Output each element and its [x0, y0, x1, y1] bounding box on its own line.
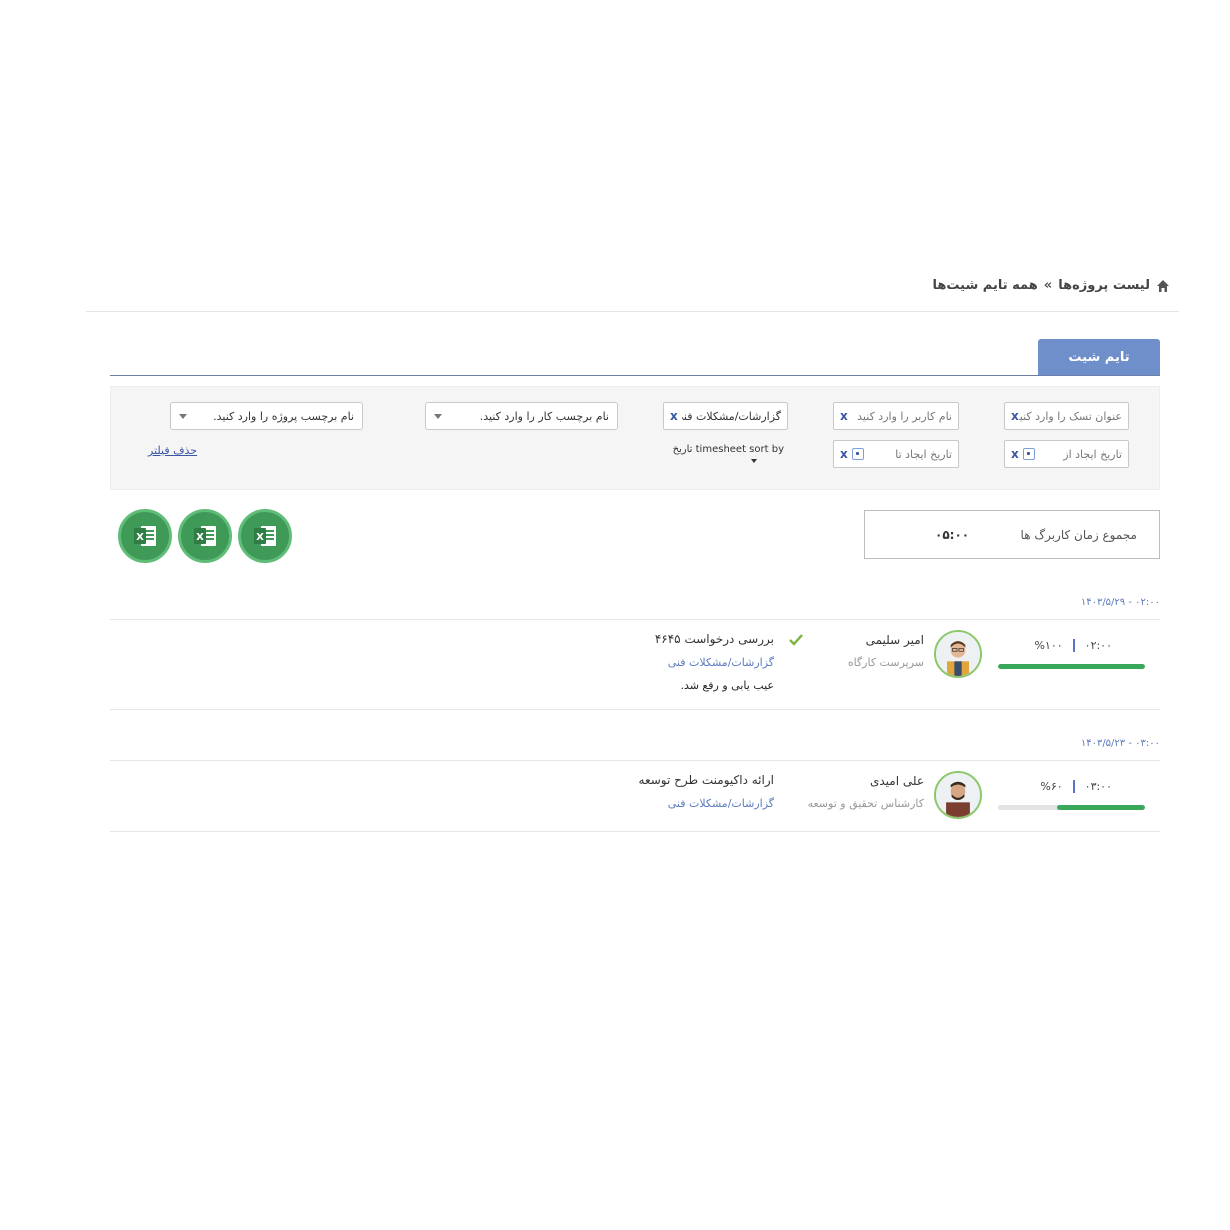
- user-name-input[interactable]: نام کاربر را وارد کنید x: [833, 402, 959, 430]
- group-divider: [110, 760, 1160, 761]
- user-name: امیر سلیمی: [865, 633, 924, 647]
- entry-time: ۰۳:۰۰: [1084, 780, 1112, 793]
- created-from-placeholder: تاریخ ایجاد از: [1063, 447, 1122, 461]
- task-title[interactable]: بررسی درخواست ۴۶۴۵: [655, 632, 774, 646]
- user-name: علی امیدی: [869, 774, 924, 788]
- tab-timesheet-label: تایم شیت: [1068, 350, 1130, 365]
- caret-down-icon: [751, 459, 757, 463]
- excel-icon: X: [254, 526, 276, 546]
- excel-icon: X: [134, 526, 156, 546]
- svg-text:X: X: [136, 532, 144, 543]
- work-tag-placeholder: نام برچسب کار را وارد کنید.: [479, 409, 609, 423]
- entry-percent: %۱۰۰: [1034, 639, 1063, 652]
- breadcrumb-project-list[interactable]: لیست پروژه‌ها: [1058, 278, 1150, 293]
- task-tag[interactable]: گزارشات/مشکلات فنی: [668, 656, 774, 669]
- tab-timesheet[interactable]: تایم شیت: [1038, 339, 1160, 376]
- breadcrumb-current: همه تایم شیت‌ها: [932, 278, 1038, 293]
- group-divider: [110, 619, 1160, 620]
- user-avatar[interactable]: [934, 630, 982, 678]
- breadcrumb-separator: »: [1043, 278, 1053, 293]
- entry-percent: %۶۰: [1040, 780, 1063, 793]
- user-role: سرپرست کارگاه: [847, 656, 924, 669]
- progress-bar: [998, 805, 1145, 810]
- progress-fill: [998, 664, 1145, 669]
- sort-by-dropdown[interactable]: timesheet sort by تاریخ: [656, 444, 784, 463]
- task-title-placeholder: عنوان تسک را وارد کنید: [1018, 409, 1122, 423]
- created-to-placeholder: تاریخ ایجاد تا: [895, 447, 952, 461]
- row-divider: [110, 709, 1160, 710]
- separator-bar: [1072, 639, 1075, 652]
- separator-bar: [1072, 780, 1075, 793]
- header-divider: [86, 311, 1179, 312]
- total-time-value: ۰۵:۰۰: [935, 527, 970, 542]
- user-avatar-icon: [936, 773, 980, 817]
- user-avatar[interactable]: [934, 771, 982, 819]
- clear-created-from-icon[interactable]: x: [1011, 447, 1019, 461]
- task-description: عیب یابی و رفع شد.: [680, 679, 774, 692]
- excel-export-button-2[interactable]: X: [178, 509, 232, 563]
- chevron-down-icon: [434, 413, 442, 419]
- clear-filter-link[interactable]: حذف فیلتر: [148, 444, 197, 457]
- clear-user-name-icon[interactable]: x: [840, 409, 848, 423]
- group-date-header: ۰۲:۰۰ - ۱۴۰۳/۵/۲۹: [1080, 597, 1160, 608]
- user-role: کارشناس تحقیق و توسعه: [807, 797, 924, 810]
- excel-export-button-1[interactable]: X: [118, 509, 172, 563]
- work-tag-select[interactable]: نام برچسب کار را وارد کنید.: [425, 402, 618, 430]
- user-name-placeholder: نام کاربر را وارد کنید: [857, 409, 952, 423]
- excel-icon: X: [194, 526, 216, 546]
- excel-export-button-3[interactable]: X: [238, 509, 292, 563]
- progress-fill: [1056, 805, 1145, 810]
- tab-underline: [110, 375, 1160, 376]
- calendar-icon[interactable]: [1022, 448, 1035, 460]
- progress-bar: [998, 664, 1145, 669]
- task-title[interactable]: ارائه داکیومنت طرح توسعه: [639, 773, 774, 787]
- tag-filter-chip[interactable]: گزارشات/مشکلات فنی x: [663, 402, 788, 430]
- home-icon[interactable]: [1156, 279, 1170, 293]
- time-percent: ۰۲:۰۰ %۱۰۰: [1034, 639, 1112, 652]
- clear-task-title-icon[interactable]: x: [1011, 409, 1019, 423]
- time-percent: ۰۳:۰۰ %۶۰: [1040, 780, 1112, 793]
- project-tag-select[interactable]: نام برچسب پروژه را وارد کنید.: [170, 402, 363, 430]
- svg-text:X: X: [196, 532, 204, 543]
- user-avatar-icon: [936, 632, 980, 676]
- clear-tag-icon[interactable]: x: [670, 409, 678, 423]
- project-tag-placeholder: نام برچسب پروژه را وارد کنید.: [213, 409, 354, 423]
- sort-by-label: timesheet sort by تاریخ: [672, 444, 784, 455]
- row-divider: [110, 831, 1160, 832]
- breadcrumb: لیست پروژه‌ها » همه تایم شیت‌ها: [933, 278, 1170, 293]
- created-from-input[interactable]: تاریخ ایجاد از x: [1004, 440, 1129, 468]
- total-time-label: مجموع زمان کاربرگ ها: [1020, 527, 1137, 542]
- chevron-down-icon: [179, 413, 187, 419]
- check-icon: [789, 634, 803, 646]
- created-to-input[interactable]: تاریخ ایجاد تا x: [833, 440, 959, 468]
- svg-text:X: X: [256, 532, 264, 543]
- tag-chip-label: گزارشات/مشکلات فنی: [681, 409, 781, 423]
- calendar-icon[interactable]: [851, 448, 864, 460]
- clear-created-to-icon[interactable]: x: [840, 447, 848, 461]
- group-date-header: ۰۳:۰۰ - ۱۴۰۳/۵/۲۳: [1080, 738, 1160, 749]
- total-time-box: مجموع زمان کاربرگ ها ۰۵:۰۰: [864, 510, 1160, 559]
- entry-time: ۰۲:۰۰: [1084, 639, 1112, 652]
- task-title-input[interactable]: عنوان تسک را وارد کنید x: [1004, 402, 1129, 430]
- task-tag[interactable]: گزارشات/مشکلات فنی: [668, 797, 774, 810]
